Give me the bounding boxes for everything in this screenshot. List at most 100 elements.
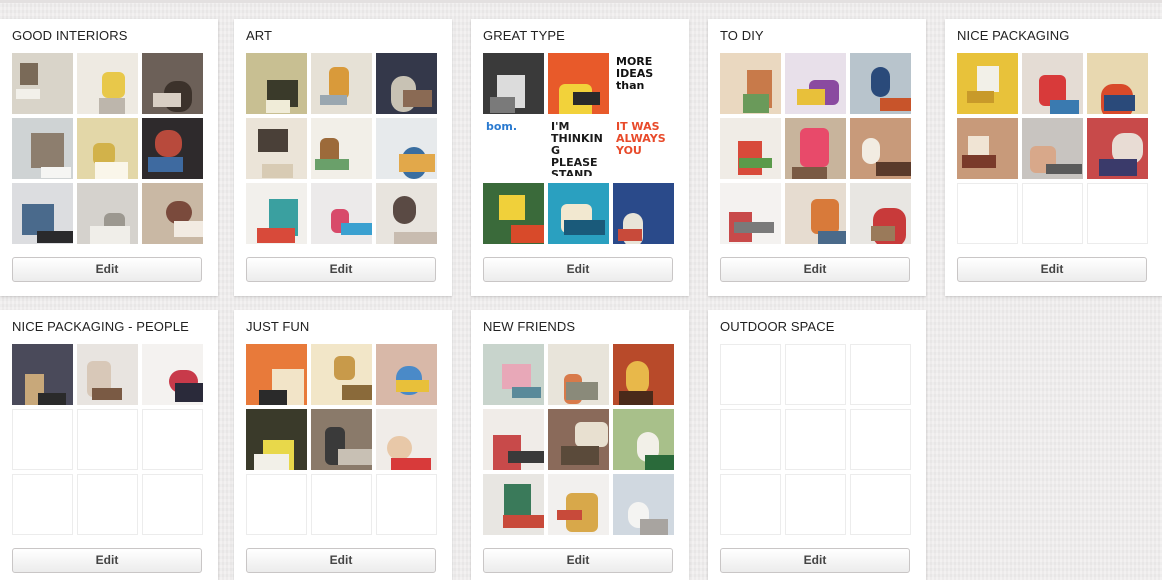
board-title[interactable]: GREAT TYPE — [483, 28, 565, 43]
edit-board-button[interactable]: Edit — [483, 257, 673, 282]
pin-thumbnail[interactable]: bom. — [483, 118, 544, 179]
pin-thumbnail[interactable]: MORE IDEAS than — [613, 53, 674, 114]
edit-board-button[interactable]: Edit — [246, 548, 436, 573]
pin-thumbnail[interactable] — [246, 118, 307, 179]
pin-thumbnail[interactable] — [785, 53, 846, 114]
pin-thumbnail[interactable] — [548, 474, 609, 535]
board-card-just-fun[interactable]: JUST FUN Edit — [234, 310, 452, 580]
board-title[interactable]: NICE PACKAGING - PEOPLE — [12, 319, 189, 334]
thumbnail-shape — [618, 229, 642, 241]
edit-board-button[interactable]: Edit — [957, 257, 1147, 282]
pin-thumbnail[interactable] — [613, 409, 674, 470]
board-title[interactable]: OUTDOOR SPACE — [720, 319, 834, 334]
pin-thumbnail[interactable] — [142, 118, 203, 179]
pin-thumbnail[interactable] — [12, 183, 73, 244]
pin-thumbnail[interactable] — [376, 183, 437, 244]
pin-thumbnail[interactable] — [246, 409, 307, 470]
pin-thumbnail[interactable] — [1022, 53, 1083, 114]
pin-thumbnail[interactable] — [483, 183, 544, 244]
pin-thumbnail[interactable] — [12, 53, 73, 114]
pin-thumbnail[interactable] — [785, 118, 846, 179]
pin-thumbnail[interactable] — [246, 53, 307, 114]
pin-thumbnail[interactable] — [311, 183, 372, 244]
pin-thumbnail[interactable] — [613, 474, 674, 535]
pin-thumbnail[interactable] — [142, 183, 203, 244]
thumbnail-shape — [259, 390, 287, 405]
pin-thumbnail[interactable] — [246, 344, 307, 405]
board-title[interactable]: NICE PACKAGING — [957, 28, 1069, 43]
pin-thumbnail[interactable] — [376, 344, 437, 405]
board-title[interactable]: TO DIY — [720, 28, 764, 43]
pin-thumbnail[interactable] — [376, 53, 437, 114]
board-card-good-interiors[interactable]: GOOD INTERIORS Edit — [0, 19, 218, 296]
pin-thumbnail[interactable] — [483, 344, 544, 405]
board-card-nice-packaging-people[interactable]: NICE PACKAGING - PEOPLE Edit — [0, 310, 218, 580]
pin-thumbnail[interactable] — [311, 118, 372, 179]
edit-board-button[interactable]: Edit — [12, 548, 202, 573]
pin-thumbnail[interactable] — [376, 118, 437, 179]
pin-thumbnail[interactable] — [376, 409, 437, 470]
thumbnail-shape — [511, 225, 544, 243]
pin-thumbnail[interactable]: IT WAS ALWAYS YOU — [613, 118, 674, 179]
pin-thumbnail[interactable] — [77, 118, 138, 179]
pin-thumbnail[interactable] — [311, 409, 372, 470]
pin-thumbnail[interactable] — [483, 474, 544, 535]
thumbnail-shape — [1050, 100, 1079, 114]
pin-thumbnail[interactable] — [613, 183, 674, 244]
board-title[interactable]: NEW FRIENDS — [483, 319, 575, 334]
pin-thumbnail[interactable] — [720, 118, 781, 179]
pin-thumbnail[interactable] — [1087, 53, 1148, 114]
board-card-new-friends[interactable]: NEW FRIENDS Edit — [471, 310, 689, 580]
board-card-great-type[interactable]: GREAT TYPE MORE IDEAS than bom. I'M THINKIN… — [471, 19, 689, 296]
board-card-art[interactable]: ART Edit — [234, 19, 452, 296]
pin-thumbnail[interactable] — [548, 53, 609, 114]
pin-thumbnail[interactable] — [77, 53, 138, 114]
pin-thumbnail[interactable] — [957, 53, 1018, 114]
thumbnail-shape — [90, 226, 130, 244]
pin-thumbnail[interactable] — [957, 118, 1018, 179]
pin-thumbnail[interactable] — [850, 53, 911, 114]
pin-thumbnail[interactable] — [850, 118, 911, 179]
board-title[interactable]: JUST FUN — [246, 319, 309, 334]
pin-thumbnail[interactable] — [613, 344, 674, 405]
pin-thumbnail[interactable] — [77, 183, 138, 244]
thumbnail-shape — [174, 221, 203, 237]
pin-thumbnail[interactable]: I'M THINKING PLEASE STAND BY — [548, 118, 609, 179]
board-title[interactable]: ART — [246, 28, 272, 43]
board-card-outdoor-space[interactable]: OUTDOOR SPACE Edit — [708, 310, 926, 580]
pin-thumbnail[interactable] — [483, 409, 544, 470]
board-title[interactable]: GOOD INTERIORS — [12, 28, 128, 43]
pin-thumbnail[interactable] — [142, 53, 203, 114]
pin-thumbnail[interactable] — [246, 183, 307, 244]
empty-thumbnail-slot — [720, 344, 781, 405]
pin-thumbnail[interactable] — [850, 183, 911, 244]
pin-thumbnail[interactable] — [720, 53, 781, 114]
pin-thumbnail[interactable] — [785, 183, 846, 244]
pin-thumbnail[interactable] — [483, 53, 544, 114]
edit-board-button[interactable]: Edit — [12, 257, 202, 282]
board-card-to-diy[interactable]: TO DIY Edit — [708, 19, 926, 296]
pin-thumbnail[interactable] — [548, 183, 609, 244]
edit-board-button[interactable]: Edit — [720, 548, 910, 573]
pin-thumbnail[interactable] — [1087, 118, 1148, 179]
pin-thumbnail[interactable] — [1022, 118, 1083, 179]
thumbnail-shape — [342, 385, 372, 400]
empty-thumbnail-slot — [785, 474, 846, 535]
pin-thumbnail[interactable] — [12, 118, 73, 179]
pin-thumbnail[interactable] — [548, 409, 609, 470]
pin-thumbnail[interactable] — [311, 53, 372, 114]
edit-board-button[interactable]: Edit — [483, 548, 673, 573]
pin-thumbnail[interactable] — [720, 183, 781, 244]
pin-thumbnail[interactable] — [142, 344, 203, 405]
pin-thumbnail[interactable] — [548, 344, 609, 405]
thumbnail-shape — [626, 361, 649, 395]
empty-thumbnail-slot — [785, 409, 846, 470]
pin-thumbnail[interactable] — [311, 344, 372, 405]
pin-thumbnail[interactable] — [77, 344, 138, 405]
empty-thumbnail-slot — [142, 474, 203, 535]
thumbnail-shape — [1046, 164, 1082, 174]
edit-board-button[interactable]: Edit — [720, 257, 910, 282]
board-card-nice-packaging[interactable]: NICE PACKAGING Edit — [945, 19, 1162, 296]
edit-board-button[interactable]: Edit — [246, 257, 436, 282]
pin-thumbnail[interactable] — [12, 344, 73, 405]
